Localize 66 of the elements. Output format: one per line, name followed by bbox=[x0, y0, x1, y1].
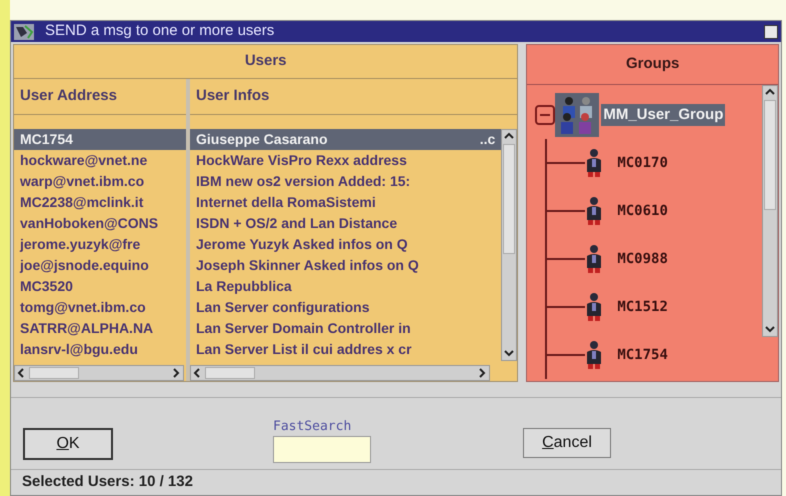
address-cell[interactable]: joe@jsnode.equino bbox=[14, 255, 186, 276]
scrollbar-thumb[interactable] bbox=[205, 367, 255, 379]
list-row[interactable]: ISDN + OS/2 and Lan Distance bbox=[190, 213, 502, 234]
fast-search-field[interactable] bbox=[273, 436, 371, 463]
info-text: HockWare VisPro Rexx address bbox=[196, 151, 407, 170]
app-icon bbox=[13, 22, 35, 40]
address-cell[interactable]: SATRR@ALPHA.NA bbox=[14, 318, 186, 339]
list-row[interactable]: Internet della RomaSistemi bbox=[190, 192, 502, 213]
list-row[interactable]: Joseph Skinner Asked infos on Q bbox=[190, 255, 502, 276]
tree-item[interactable]: MM_User_Group bbox=[601, 104, 726, 126]
address-cell[interactable]: MC3520 bbox=[14, 276, 186, 297]
horizontal-scrollbar[interactable] bbox=[14, 365, 184, 381]
panel-header: Users bbox=[14, 45, 518, 79]
tree-item[interactable]: MC0170 bbox=[617, 152, 668, 174]
person-icon bbox=[585, 340, 604, 370]
person-icon bbox=[585, 244, 604, 274]
address-cell[interactable]: MC1754 bbox=[14, 129, 186, 150]
info-text: ISDN + OS/2 and Lan Distance bbox=[196, 214, 398, 233]
info-text: Lan Server configurations bbox=[196, 298, 370, 317]
vertical-scrollbar[interactable] bbox=[501, 129, 518, 361]
list-row[interactable]: Lan Server configurations bbox=[190, 297, 502, 318]
info-text: Jerome Yuzyk Asked infos on Q bbox=[196, 235, 408, 254]
tree-item[interactable]: MC1754 bbox=[617, 344, 668, 366]
person-icon bbox=[585, 148, 604, 178]
address-cell[interactable]: lansrv-l@bgu.edu bbox=[14, 339, 186, 360]
person-icon bbox=[585, 292, 604, 322]
list-row[interactable]: HockWare VisPro Rexx address bbox=[190, 150, 502, 171]
scrollbar-thumb[interactable] bbox=[29, 367, 79, 379]
info-text: Giuseppe Casarano bbox=[196, 130, 328, 149]
info-text: ..c bbox=[480, 130, 496, 149]
address-cell[interactable]: tomg@vnet.ibm.co bbox=[14, 297, 186, 318]
list-row[interactable]: Jerome Yuzyk Asked infos on Q bbox=[190, 234, 502, 255]
list-row[interactable]: Lan Server Domain Controller in bbox=[190, 318, 502, 339]
address-cell[interactable]: vanHoboken@CONS bbox=[14, 213, 186, 234]
cancel-button[interactable]: Cancel bbox=[523, 428, 611, 458]
tree-item[interactable]: MC0988 bbox=[617, 248, 668, 270]
column-header[interactable]: User Infos bbox=[190, 79, 518, 115]
tree-item[interactable]: MC0610 bbox=[617, 200, 668, 222]
vertical-scrollbar[interactable] bbox=[762, 85, 778, 337]
address-cell[interactable]: hockware@vnet.ne bbox=[14, 150, 186, 171]
column-header[interactable]: User Address bbox=[14, 79, 186, 115]
address-cell[interactable]: jerome.yuzyk@fre bbox=[14, 234, 186, 255]
address-cell[interactable]: warp@vnet.ibm.co bbox=[14, 171, 186, 192]
tree-item[interactable]: MC1512 bbox=[617, 296, 668, 318]
info-text: Lan Server List il cui addres x cr bbox=[196, 340, 412, 359]
list-row[interactable]: IBM new os2 version Added: 15: bbox=[190, 171, 502, 192]
fast-search-label: FastSearch bbox=[273, 420, 352, 433]
info-text: Lan Server Domain Controller in bbox=[196, 319, 411, 338]
info-text: Internet della RomaSistemi bbox=[196, 193, 376, 212]
list-row[interactable]: La Repubblica bbox=[190, 276, 502, 297]
info-text: Joseph Skinner Asked infos on Q bbox=[196, 256, 419, 275]
group-icon bbox=[555, 93, 600, 137]
person-icon bbox=[585, 196, 604, 226]
list-row[interactable]: Lan Server List il cui addres x cr bbox=[190, 339, 502, 360]
ok-button[interactable]: OK bbox=[23, 428, 113, 460]
info-text: IBM new os2 version Added: 15: bbox=[196, 172, 410, 191]
horizontal-scrollbar[interactable] bbox=[190, 365, 490, 381]
maximize-button[interactable] bbox=[764, 24, 778, 38]
list-row[interactable]: Giuseppe Casarano ..c bbox=[190, 129, 502, 150]
scrollbar-thumb[interactable] bbox=[764, 100, 776, 210]
info-text: La Repubblica bbox=[196, 277, 292, 296]
window-title: SEND a msg to one or more users bbox=[45, 21, 274, 42]
address-cell[interactable]: MC2238@mclink.it bbox=[14, 192, 186, 213]
scrollbar-thumb[interactable] bbox=[503, 144, 516, 254]
status-text: Selected Users: 10 / 132 bbox=[22, 472, 193, 492]
panel-header: Groups bbox=[527, 45, 778, 85]
